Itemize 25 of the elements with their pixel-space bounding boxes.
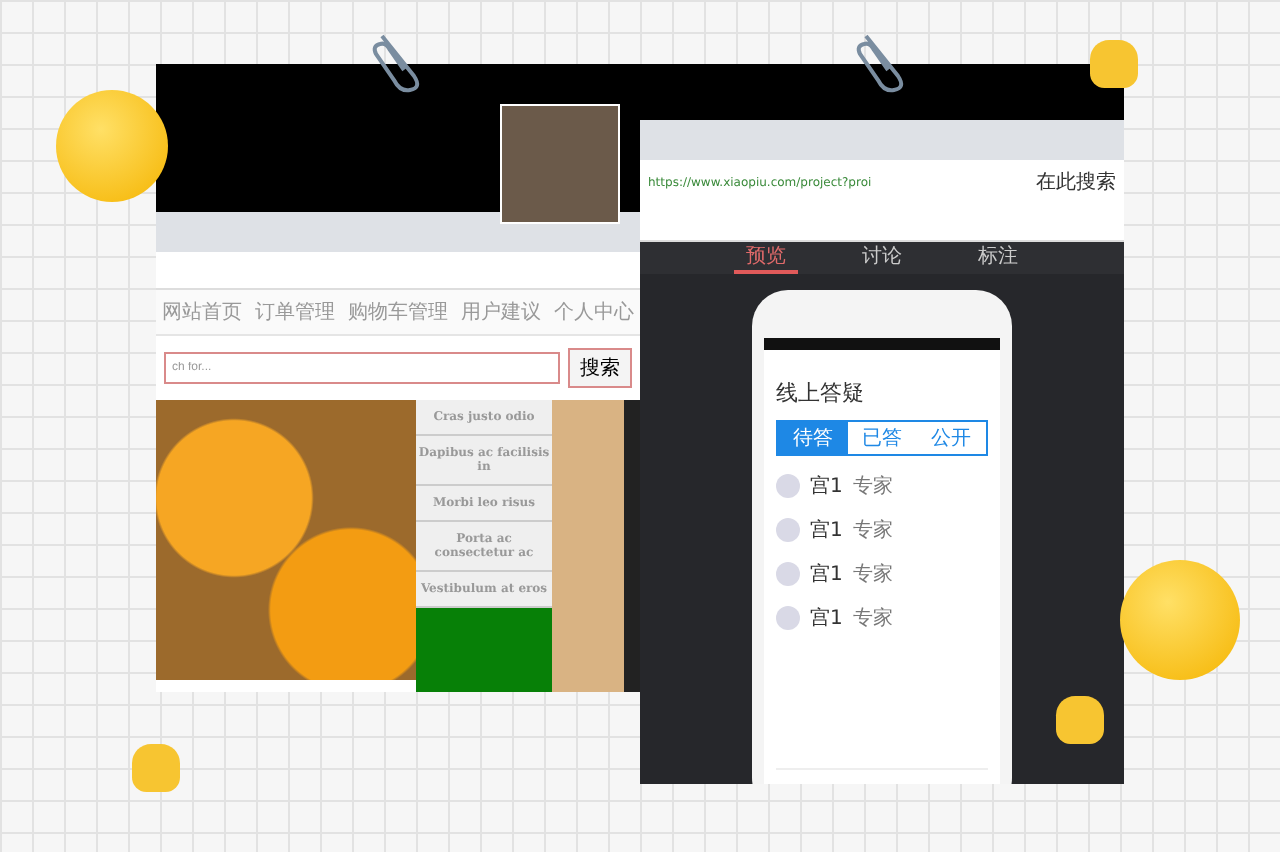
avatar <box>776 518 800 542</box>
item-role: 专家 <box>852 605 893 632</box>
item-name: 宫1 <box>810 561 843 588</box>
item-name: 宫1 <box>810 473 843 500</box>
avatar <box>776 474 800 498</box>
avatar <box>776 562 800 586</box>
tab[interactable]: 标注 <box>966 242 1030 274</box>
nav-link[interactable]: 个人中心 <box>553 298 634 326</box>
nav-link[interactable]: 用户建议 <box>460 298 541 326</box>
item-role: 专家 <box>852 561 893 588</box>
segment-tab[interactable]: 待答 <box>778 422 848 454</box>
item-name: 宫1 <box>810 605 843 632</box>
avatar <box>776 606 800 630</box>
item-name: 宫1 <box>810 517 843 544</box>
search-engine-field[interactable]: 在此搜索 <box>1036 168 1116 196</box>
item-role: 专家 <box>852 517 893 544</box>
video-placeholder <box>500 104 620 224</box>
nav-link[interactable]: 购物车管理 <box>347 298 448 326</box>
nav-link[interactable]: 网站首页 <box>162 298 243 326</box>
content-panel <box>416 608 552 692</box>
search-button[interactable]: 搜索 <box>568 348 632 388</box>
screen-title: 线上答疑 <box>776 378 866 408</box>
item-role: 专家 <box>852 473 893 500</box>
nav-link[interactable]: 订单管理 <box>255 298 336 326</box>
tab[interactable]: 讨论 <box>850 242 914 274</box>
